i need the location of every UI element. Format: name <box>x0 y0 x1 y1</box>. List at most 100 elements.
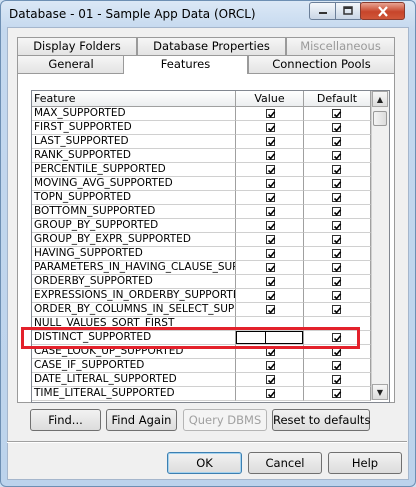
checkmark-icon <box>267 111 276 118</box>
value-cell[interactable] <box>236 163 304 177</box>
value-checkbox[interactable] <box>266 179 276 188</box>
value-cell[interactable] <box>236 303 304 317</box>
value-cell[interactable] <box>236 121 304 135</box>
table-row[interactable]: MOVING_AVG_SUPPORTED <box>32 177 371 191</box>
value-cell[interactable] <box>236 261 304 275</box>
column-header-feature[interactable]: Feature <box>32 91 236 106</box>
maximize-button[interactable] <box>335 2 361 20</box>
value-cell[interactable] <box>236 373 304 387</box>
tab-features[interactable]: Features <box>123 55 248 74</box>
value-checkbox[interactable] <box>266 249 276 258</box>
value-checkbox[interactable] <box>266 193 276 202</box>
table-row[interactable]: ORDER_BY_COLUMNS_IN_SELECT_SUPP <box>32 303 371 317</box>
value-checkbox[interactable] <box>266 123 276 132</box>
default-checkbox <box>332 235 342 244</box>
reset-to-defaults-button[interactable]: Reset to defaults <box>272 409 370 431</box>
column-header-value[interactable]: Value <box>236 91 304 106</box>
ok-button[interactable]: OK <box>167 452 242 474</box>
value-cell[interactable] <box>236 233 304 247</box>
value-checkbox[interactable] <box>266 291 276 300</box>
find-again-button[interactable]: Find Again <box>106 409 177 431</box>
default-checkbox <box>332 277 342 286</box>
table-row[interactable]: FIRST_SUPPORTED <box>32 121 371 135</box>
table-row[interactable]: PERCENTILE_SUPPORTED <box>32 163 371 177</box>
arrow-up-icon: ▲ <box>376 94 384 104</box>
features-grid[interactable]: Feature Value Default MAX_SUPPORTED FIRST… <box>31 90 390 403</box>
table-row[interactable]: GROUP_BY_EXPR_SUPPORTED <box>32 233 371 247</box>
value-cell[interactable] <box>236 387 304 401</box>
title-bar[interactable]: Database - 01 - Sample App Data (ORCL) <box>1 1 415 27</box>
value-cell[interactable] <box>236 219 304 233</box>
scroll-thumb[interactable] <box>373 111 387 126</box>
value-cell[interactable] <box>236 247 304 261</box>
value-cell[interactable] <box>236 149 304 163</box>
default-checkbox <box>332 305 342 314</box>
column-header-default[interactable]: Default <box>304 91 371 106</box>
cancel-button[interactable]: Cancel <box>248 452 322 474</box>
value-cell[interactable] <box>236 289 304 303</box>
tab-database-properties[interactable]: Database Properties <box>137 37 286 55</box>
value-checkbox[interactable] <box>266 207 276 216</box>
grid-vertical-scrollbar[interactable]: ▲ ▼ <box>371 91 389 400</box>
table-row[interactable]: CASE_IF_SUPPORTED <box>32 359 371 373</box>
default-cell <box>304 261 371 275</box>
value-checkbox[interactable] <box>266 109 276 118</box>
help-button[interactable]: Help <box>328 452 402 474</box>
value-cell[interactable] <box>236 135 304 149</box>
value-checkbox[interactable] <box>266 375 276 384</box>
default-checkbox <box>332 221 342 230</box>
checkmark-icon <box>333 181 342 188</box>
value-checkbox[interactable] <box>266 389 276 398</box>
default-checkbox <box>332 137 342 146</box>
checkmark-icon <box>333 111 342 118</box>
value-checkbox[interactable] <box>266 305 276 314</box>
table-row[interactable]: TOPN_SUPPORTED <box>32 191 371 205</box>
default-cell <box>304 247 371 261</box>
default-cell <box>304 163 371 177</box>
value-cell[interactable] <box>236 107 304 121</box>
default-checkbox <box>332 389 342 398</box>
value-checkbox[interactable] <box>266 277 276 286</box>
find-button[interactable]: Find... <box>30 409 101 431</box>
value-checkbox[interactable] <box>266 361 276 370</box>
value-cell[interactable] <box>236 275 304 289</box>
scroll-down-button[interactable]: ▼ <box>372 384 388 400</box>
value-checkbox[interactable] <box>266 235 276 244</box>
feature-name-cell: PERCENTILE_SUPPORTED <box>32 163 236 177</box>
value-checkbox[interactable] <box>266 221 276 230</box>
default-cell <box>304 233 371 247</box>
default-cell <box>304 107 371 121</box>
value-checkbox[interactable] <box>266 263 276 272</box>
tab-display-folders[interactable]: Display Folders <box>17 37 137 55</box>
table-row[interactable]: ORDERBY_SUPPORTED <box>32 275 371 289</box>
table-row[interactable]: GROUP_BY_SUPPORTED <box>32 219 371 233</box>
table-row[interactable]: DATE_LITERAL_SUPPORTED <box>32 373 371 387</box>
window-title: Database - 01 - Sample App Data (ORCL) <box>9 7 256 21</box>
value-cell[interactable] <box>236 205 304 219</box>
default-checkbox <box>332 291 342 300</box>
value-cell[interactable] <box>236 177 304 191</box>
close-button[interactable] <box>360 2 405 20</box>
table-row[interactable]: MAX_SUPPORTED <box>32 107 371 121</box>
tab-general[interactable]: General <box>17 55 125 73</box>
value-checkbox[interactable] <box>266 151 276 160</box>
value-checkbox[interactable] <box>266 137 276 146</box>
default-checkbox <box>332 109 342 118</box>
table-row[interactable]: PARAMETERS_IN_HAVING_CLAUSE_SUP <box>32 261 371 275</box>
arrow-down-icon: ▼ <box>376 387 384 397</box>
table-row[interactable]: TIME_LITERAL_SUPPORTED <box>32 387 371 401</box>
tab-connection-pools[interactable]: Connection Pools <box>248 55 395 73</box>
checkmark-icon <box>267 153 276 160</box>
table-row[interactable]: HAVING_SUPPORTED <box>32 247 371 261</box>
table-row[interactable]: LAST_SUPPORTED <box>32 135 371 149</box>
table-row[interactable]: BOTTOMN_SUPPORTED <box>32 205 371 219</box>
minimize-button[interactable] <box>309 2 336 20</box>
table-row[interactable]: RANK_SUPPORTED <box>32 149 371 163</box>
checkmark-icon <box>333 307 342 314</box>
scroll-up-button[interactable]: ▲ <box>372 91 388 107</box>
value-cell[interactable] <box>236 359 304 373</box>
table-row[interactable]: EXPRESSIONS_IN_ORDERBY_SUPPORTE <box>32 289 371 303</box>
default-checkbox <box>332 361 342 370</box>
value-cell[interactable] <box>236 191 304 205</box>
value-checkbox[interactable] <box>266 165 276 174</box>
